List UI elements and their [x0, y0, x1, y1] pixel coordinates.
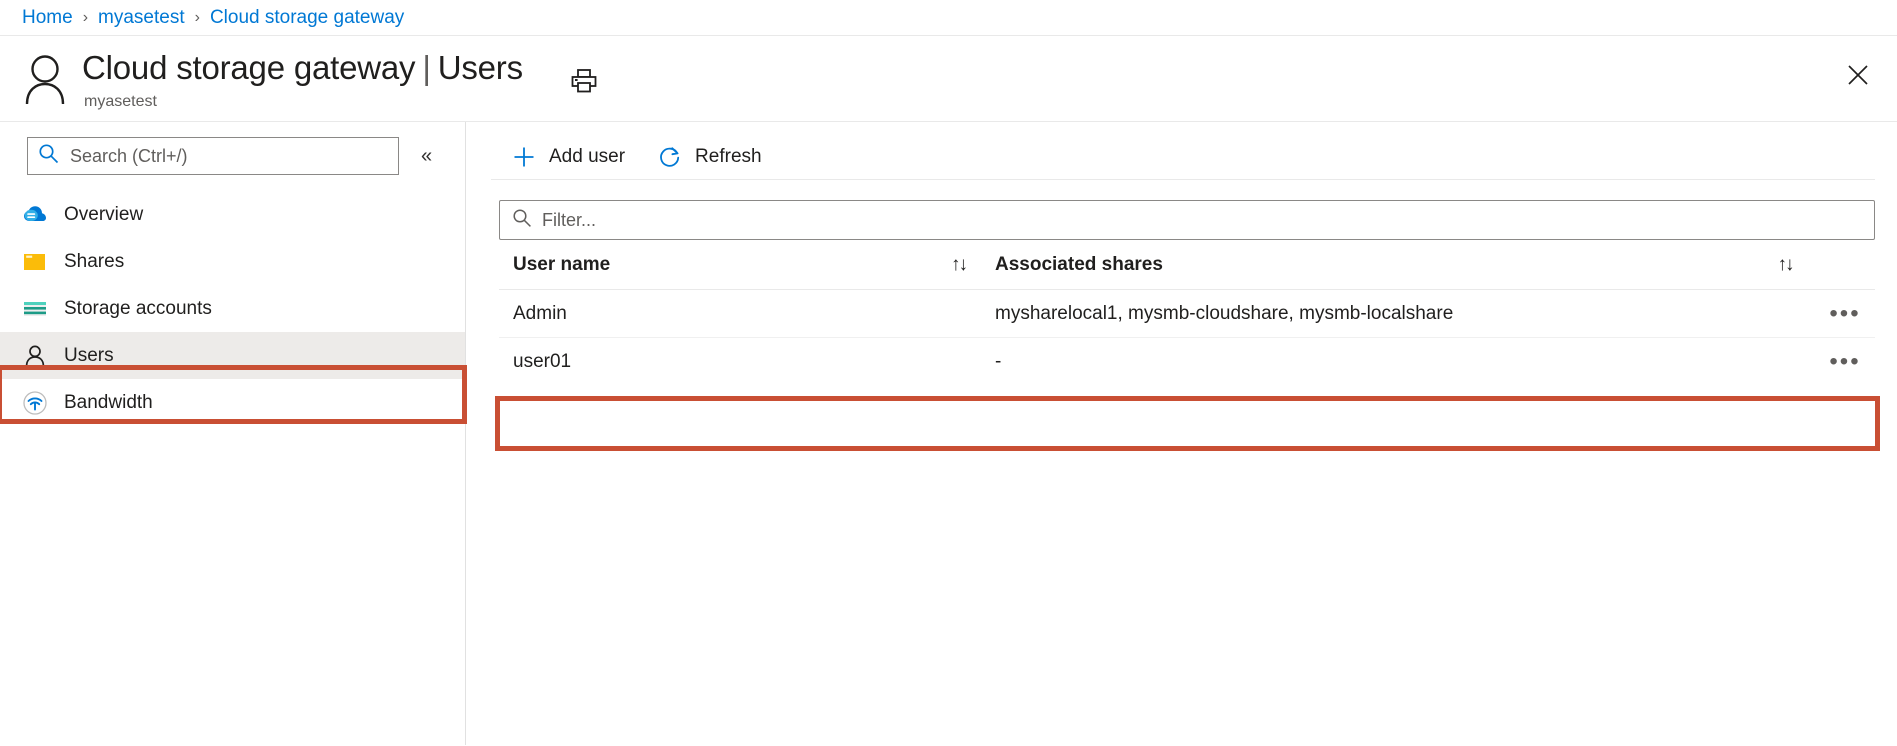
content-area: « Overview Shares: [0, 122, 1897, 745]
breadcrumb-item-cloud-storage-gateway[interactable]: Cloud storage gateway: [210, 7, 404, 29]
breadcrumb: Home › myasetest › Cloud storage gateway: [0, 0, 1897, 36]
close-icon[interactable]: [1841, 58, 1875, 92]
search-input[interactable]: [68, 145, 368, 168]
cell-associated-shares: -: [981, 351, 1755, 373]
table-row-user01[interactable]: user01 - •••: [499, 338, 1875, 386]
page-title-divider: |: [422, 49, 430, 86]
page-subtitle: myasetest: [84, 93, 523, 111]
page-title-resource: Cloud storage gateway: [82, 49, 415, 86]
search-icon: [512, 208, 532, 233]
ellipsis-icon: •••: [1829, 309, 1860, 319]
sidebar-item-users[interactable]: Users: [0, 332, 465, 379]
ellipsis-icon: •••: [1829, 357, 1860, 367]
page-title-section: Users: [438, 49, 523, 86]
sidebar-item-bandwidth[interactable]: Bandwidth: [0, 379, 465, 426]
column-header-associated-shares[interactable]: Associated shares: [981, 254, 1755, 276]
plus-icon: [511, 144, 537, 170]
sidebar-item-label: Shares: [64, 251, 124, 273]
page-header: Cloud storage gateway|Users myasetest: [0, 36, 1897, 122]
refresh-icon: [657, 144, 683, 170]
users-table: User name ↑↓ Associated shares ↑↓ Admin …: [499, 240, 1875, 386]
cell-user-name: user01: [499, 351, 936, 373]
cell-user-name: Admin: [499, 303, 936, 325]
printer-icon[interactable]: [567, 64, 601, 98]
row-menu-button-admin[interactable]: •••: [1815, 309, 1875, 319]
breadcrumb-item-home[interactable]: Home: [22, 7, 73, 29]
search-box[interactable]: [27, 137, 399, 175]
breadcrumb-separator-icon: ›: [83, 9, 88, 27]
breadcrumb-item-myasetest[interactable]: myasetest: [98, 7, 185, 29]
table-row-admin[interactable]: Admin mysharelocal1, mysmb-cloudshare, m…: [499, 290, 1875, 338]
person-icon: [22, 52, 68, 106]
collapse-sidebar-icon[interactable]: «: [421, 146, 432, 166]
page-title: Cloud storage gateway|Users: [82, 48, 523, 88]
storage-account-icon: [22, 296, 48, 322]
sort-arrows-icon-associated-shares[interactable]: ↑↓: [1755, 254, 1815, 276]
row-menu-button-user01[interactable]: •••: [1815, 357, 1875, 367]
main-pane: Add user Refresh: [466, 122, 1897, 745]
cell-associated-shares: mysharelocal1, mysmb-cloudshare, mysmb-l…: [981, 303, 1755, 325]
filter-box[interactable]: [499, 200, 1875, 240]
sidebar-item-label: Users: [64, 345, 114, 367]
sort-arrows-icon-user-name[interactable]: ↑↓: [936, 254, 981, 276]
add-user-button[interactable]: Add user: [499, 138, 637, 176]
column-header-user-name[interactable]: User name: [499, 254, 936, 276]
refresh-label: Refresh: [695, 146, 762, 168]
sidebar-item-shares[interactable]: Shares: [0, 238, 465, 285]
sidebar-item-label: Storage accounts: [64, 298, 212, 320]
folder-icon: [22, 249, 48, 275]
table-header-row: User name ↑↓ Associated shares ↑↓: [499, 240, 1875, 290]
sidebar-item-storage-accounts[interactable]: Storage accounts: [0, 285, 465, 332]
add-user-label: Add user: [549, 146, 625, 168]
toolbar: Add user Refresh: [491, 134, 1875, 180]
sidebar-item-overview[interactable]: Overview: [0, 191, 465, 238]
person-icon: [22, 343, 48, 369]
sidebar-item-label: Bandwidth: [64, 392, 153, 414]
sidebar-search-row: «: [0, 137, 465, 175]
sidebar-item-label: Overview: [64, 204, 143, 226]
filter-input[interactable]: [540, 209, 1874, 232]
breadcrumb-separator-icon: ›: [195, 9, 200, 27]
sidebar: « Overview Shares: [0, 122, 466, 745]
cloud-icon: [22, 202, 48, 228]
refresh-button[interactable]: Refresh: [645, 138, 774, 176]
search-icon: [38, 143, 59, 169]
bandwidth-icon: [22, 390, 48, 416]
